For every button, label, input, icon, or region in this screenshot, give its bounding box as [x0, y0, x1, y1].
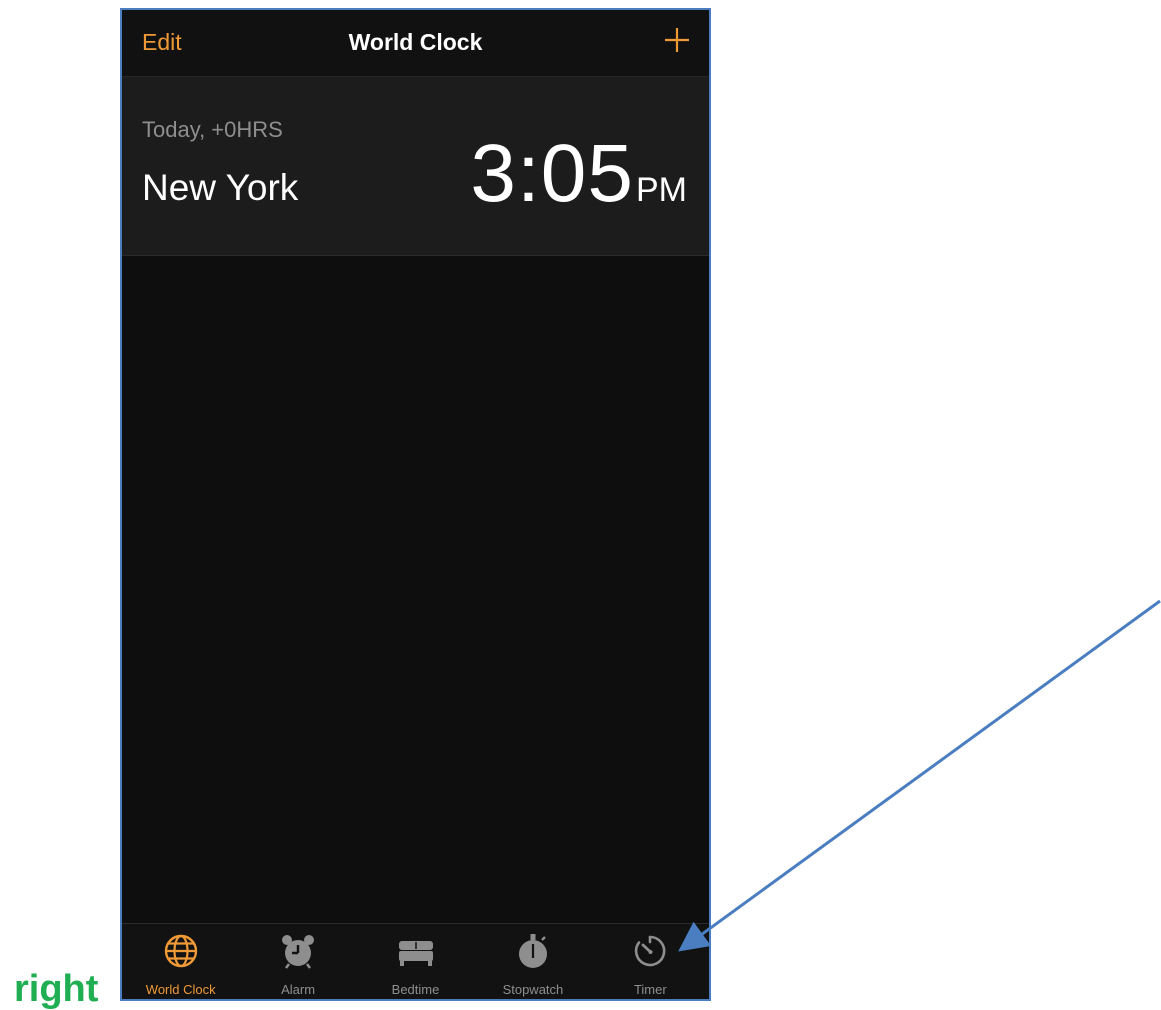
phone-screen: Edit World Clock Today, +0HRS New York 3…	[120, 8, 711, 1001]
tab-bar: World Clock Alarm Bedtime Stopwatch Time…	[122, 923, 709, 999]
timer-icon	[635, 935, 666, 967]
globe-icon	[164, 934, 197, 968]
tab-label: Stopwatch	[502, 982, 564, 997]
time-digits: 3:05	[470, 128, 634, 219]
city-name: New York	[142, 167, 299, 208]
page-title: World Clock	[348, 29, 483, 55]
tab-label: Alarm	[281, 982, 316, 997]
tab-world-clock[interactable]: World Clock	[122, 924, 239, 999]
time-offset-label: Today, +0HRS	[142, 117, 283, 142]
time-ampm: PM	[636, 171, 687, 209]
tab-stopwatch[interactable]: Stopwatch	[474, 924, 591, 999]
clock-list-item[interactable]: Today, +0HRS New York 3:05PM	[122, 77, 709, 256]
plus-icon[interactable]	[663, 26, 691, 54]
alarm-clock-icon	[282, 935, 315, 969]
tab-timer[interactable]: Timer	[592, 924, 709, 999]
stopwatch-icon	[518, 934, 547, 968]
tab-label: Bedtime	[391, 982, 440, 997]
tab-label: World Clock	[145, 982, 216, 997]
navigation-bar: Edit World Clock	[122, 10, 709, 77]
tab-alarm[interactable]: Alarm	[239, 924, 356, 999]
tab-label: Timer	[633, 982, 667, 997]
tab-bedtime[interactable]: Bedtime	[357, 924, 474, 999]
bed-icon	[398, 941, 433, 966]
annotation-label: right	[14, 968, 99, 1010]
city-time: 3:05PM	[470, 127, 687, 221]
arrow-line	[678, 599, 1161, 952]
